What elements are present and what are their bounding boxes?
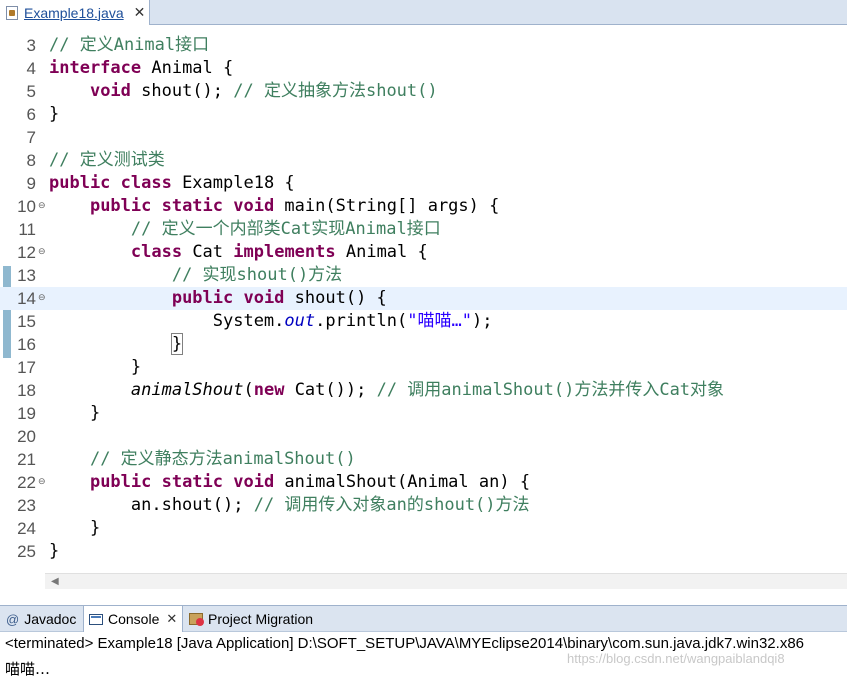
fold-toggle-icon[interactable]: ⊖	[38, 478, 46, 487]
code-line[interactable]: 6}	[0, 103, 847, 126]
code-text: public class Example18 {	[49, 173, 295, 193]
code-line[interactable]: 17 }	[0, 356, 847, 379]
code-text: }	[49, 518, 101, 538]
tab-javadoc-label: Javadoc	[24, 611, 77, 627]
line-number: 4	[26, 59, 36, 78]
code-text: // 定义测试类	[49, 150, 165, 170]
line-number: 10	[17, 197, 36, 216]
line-number: 24	[17, 519, 36, 538]
line-number: 3	[26, 36, 36, 55]
code-text: void shout(); // 定义抽象方法shout()	[89, 81, 438, 101]
close-icon[interactable]: ✕	[166, 611, 177, 627]
fold-toggle-icon[interactable]: ⊖	[38, 248, 46, 257]
code-line[interactable]: 22 ⊖ public static void animalShout(Anima…	[0, 471, 847, 494]
code-text: }	[49, 104, 60, 124]
code-text: public static void animalShout(Animal an…	[89, 472, 531, 492]
horizontal-scrollbar[interactable]: ◀	[45, 573, 847, 590]
project-migration-icon	[189, 613, 204, 626]
code-line[interactable]: 3 // 定义Animal接口	[0, 34, 847, 57]
line-number: 7	[26, 128, 36, 147]
code-line[interactable]: 19 }	[0, 402, 847, 425]
code-line[interactable]: 24 }	[0, 517, 847, 540]
line-number: 5	[26, 82, 36, 101]
tab-project-migration[interactable]: Project Migration	[189, 606, 313, 632]
code-line[interactable]: 11 // 定义一个内部类Cat实现Animal接口	[0, 218, 847, 241]
tab-project-migration-label: Project Migration	[208, 611, 314, 627]
code-text: }	[49, 541, 60, 561]
code-text: }	[170, 333, 184, 355]
javadoc-icon: @	[6, 611, 20, 627]
line-number: 6	[26, 105, 36, 124]
tab-javadoc[interactable]: @ Javadoc	[6, 606, 76, 632]
editor-tab-example18[interactable]: Example18.java ✕	[0, 0, 150, 25]
line-number: 14	[17, 289, 36, 308]
code-line[interactable]: 12 ⊖ class Cat implements Animal {	[0, 241, 847, 264]
line-number: 20	[17, 427, 36, 446]
fold-toggle-icon[interactable]: ⊖	[38, 294, 46, 303]
console-output: 喵喵…	[5, 660, 51, 678]
editor-tab-bar: Example18.java ✕	[0, 0, 847, 25]
console-terminated-line: <terminated> Example18 [Java Application…	[5, 635, 804, 652]
line-number: 11	[18, 220, 36, 239]
line-number: 9	[26, 174, 36, 193]
code-line[interactable]: 9 public class Example18 {	[0, 172, 847, 195]
line-number: 12	[17, 243, 36, 262]
code-line[interactable]: 5 void shout(); // 定义抽象方法shout()	[0, 80, 847, 103]
code-line[interactable]: 8 // 定义测试类	[0, 149, 847, 172]
line-number: 15	[17, 312, 36, 331]
code-text: // 定义静态方法animalShout()	[89, 449, 356, 469]
code-text: // 实现shout()方法	[171, 265, 343, 285]
code-line[interactable]: 7	[0, 126, 847, 149]
tab-console-label: Console	[108, 611, 160, 627]
code-text: // 定义Animal接口	[49, 35, 210, 55]
code-editor[interactable]: 3// 定义Animal接口 4 interface Animal {5 void …	[0, 25, 847, 573]
code-text: public void shout() {	[171, 288, 387, 308]
bottom-panel-tabs: @ Javadoc Console ✕ Project Migration	[0, 605, 847, 632]
code-line[interactable]: 4 interface Animal {	[0, 57, 847, 80]
close-icon[interactable]: ✕	[134, 4, 146, 21]
code-line[interactable]: 10 ⊖ public static void main(String[] arg…	[0, 195, 847, 218]
panel-separator	[0, 589, 847, 603]
fold-toggle-icon[interactable]: ⊖	[38, 202, 46, 211]
code-text: an.shout(); // 调用传入对象an的shout()方法	[49, 495, 530, 515]
console-icon	[89, 613, 103, 625]
code-text: }	[49, 357, 142, 377]
code-line[interactable]: 21 // 定义静态方法animalShout()	[0, 448, 847, 471]
code-text: System.out.println("喵喵…");	[49, 311, 493, 331]
code-text: interface Animal {	[49, 58, 234, 78]
code-text: animalShout(new Cat()); // 调用animalShout…	[130, 380, 725, 400]
scroll-left-icon[interactable]: ◀	[51, 576, 59, 587]
tab-console[interactable]: Console ✕	[83, 606, 184, 632]
line-number: 22	[17, 473, 36, 492]
line-number: 21	[17, 450, 36, 469]
code-text: }	[49, 403, 101, 423]
watermark: https://blog.csdn.net/wangpaiblandqi8	[567, 651, 785, 666]
code-line[interactable]: 25}	[0, 540, 847, 563]
line-number: 17	[17, 358, 36, 377]
code-text: // 定义一个内部类Cat实现Animal接口	[130, 219, 441, 239]
code-line[interactable]: 23 an.shout(); // 调用传入对象an的shout()方法	[0, 494, 847, 517]
code-line[interactable]: 18 animalShout(new Cat()); // 调用animalSh…	[0, 379, 847, 402]
code-text: public static void main(String[] args) {	[89, 196, 500, 216]
code-text: class Cat implements Animal {	[130, 242, 428, 262]
java-file-icon	[6, 5, 18, 20]
line-number: 16	[17, 335, 36, 354]
line-number: 19	[17, 404, 36, 423]
code-line[interactable]: 16 }	[0, 333, 847, 356]
line-number: 13	[17, 266, 36, 285]
code-line[interactable]: 15 System.out.println("喵喵…");	[0, 310, 847, 333]
code-line[interactable]: 20	[0, 425, 847, 448]
line-number: 23	[17, 496, 36, 515]
code-line[interactable]: 14 ⊖ public void shout() {	[0, 287, 847, 310]
line-number: 8	[26, 151, 36, 170]
code-line[interactable]: 13 // 实现shout()方法	[0, 264, 847, 287]
line-number: 18	[17, 381, 36, 400]
line-number: 25	[17, 542, 36, 561]
editor-tab-label: Example18.java	[24, 4, 124, 21]
